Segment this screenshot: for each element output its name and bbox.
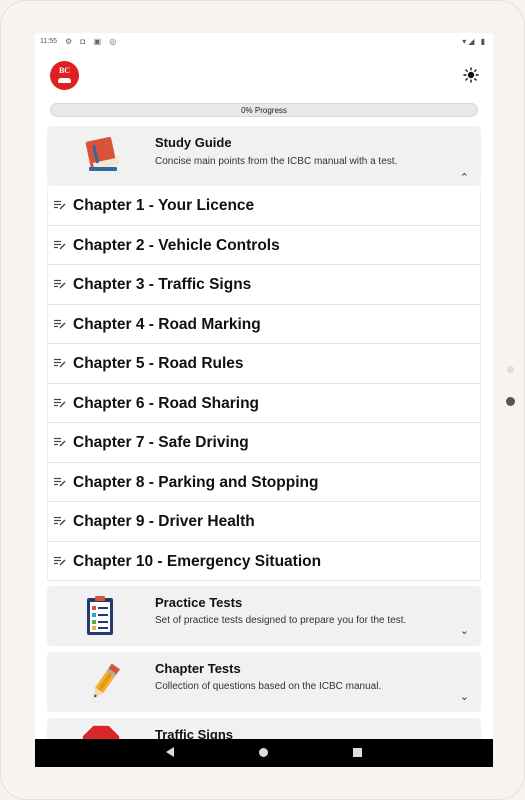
back-icon[interactable] [166, 747, 174, 757]
chapter-item[interactable]: Chapter 8 - Parking and Stopping [48, 463, 480, 502]
chapter-label: Chapter 3 - Traffic Signs [73, 276, 252, 293]
chapter-item[interactable]: Chapter 4 - Road Marking [48, 305, 480, 344]
list-edit-icon [54, 200, 66, 210]
status-notification-icons: ⚙ ◘ ▣ ◎ [65, 37, 120, 46]
chapter-item[interactable]: Chapter 6 - Road Sharing [48, 384, 480, 423]
list-edit-icon [54, 358, 66, 368]
list-edit-icon [54, 556, 66, 565]
chapter-item[interactable]: Chapter 3 - Traffic Signs [48, 265, 480, 305]
chapter-tests-card[interactable]: Chapter Tests Collection of questions ba… [47, 652, 481, 712]
study-guide-card[interactable]: Study Guide Concise main points from the… [47, 126, 481, 186]
home-icon[interactable] [259, 748, 268, 757]
chevron-down-icon[interactable]: ⌄ [460, 624, 469, 637]
clipboard-checklist-icon [87, 596, 113, 635]
chapter-label: Chapter 1 - Your Licence [73, 197, 255, 214]
chapter-item[interactable]: Chapter 1 - Your Licence [48, 186, 480, 226]
sun-icon[interactable] [463, 67, 479, 83]
recents-icon[interactable] [353, 748, 362, 757]
study-guide-title: Study Guide [155, 135, 232, 150]
progress-label: 0% Progress [241, 106, 287, 115]
chapter-label: Chapter 5 - Road Rules [73, 355, 244, 372]
chapter-label: Chapter 10 - Emergency Situation [73, 552, 322, 570]
list-edit-icon [54, 477, 66, 486]
study-guide-description: Concise main points from the ICBC manual… [155, 156, 398, 167]
status-system-icons: ▾◢ ▮ [462, 37, 487, 46]
logo-car-icon [58, 78, 71, 83]
chapter-label: Chapter 9 - Driver Health [73, 513, 255, 530]
chapter-list: Chapter 1 - Your Licence Chapter 2 - Vehi… [47, 186, 481, 581]
practice-tests-description: Set of practice tests designed to prepar… [155, 615, 407, 626]
chapter-item[interactable]: Chapter 9 - Driver Health [48, 502, 480, 542]
list-edit-icon [54, 279, 66, 289]
list-edit-icon [54, 516, 66, 526]
list-edit-icon [54, 240, 66, 249]
status-bar: 11:55 ⚙ ◘ ▣ ◎ ▾◢ ▮ [35, 33, 493, 51]
chapter-label: Chapter 7 - Safe Driving [73, 434, 249, 451]
list-edit-icon [54, 398, 66, 407]
chapter-label: Chapter 8 - Parking and Stopping [73, 473, 319, 491]
book-icon [85, 136, 120, 171]
camera-dot [506, 397, 515, 406]
chevron-up-icon[interactable]: ⌃ [460, 171, 469, 184]
list-edit-icon [54, 319, 66, 328]
progress-bar: 0% Progress [50, 103, 478, 117]
chapter-label: Chapter 6 - Road Sharing [73, 394, 260, 412]
practice-tests-title: Practice Tests [155, 595, 243, 610]
chevron-down-icon[interactable]: ⌄ [460, 690, 469, 703]
pencil-icon [94, 663, 120, 698]
app-screen: 11:55 ⚙ ◘ ▣ ◎ ▾◢ ▮ BC 0% Progress Study … [35, 33, 493, 767]
status-time: 11:55 [40, 38, 57, 45]
chapter-item[interactable]: Chapter 7 - Safe Driving [48, 423, 480, 463]
chapter-item[interactable]: Chapter 10 - Emergency Situation [48, 542, 480, 581]
app-logo: BC [50, 61, 79, 90]
logo-text: BC [58, 66, 71, 75]
chapter-tests-description: Collection of questions based on the ICB… [155, 681, 382, 692]
tablet-frame: 11:55 ⚙ ◘ ▣ ◎ ▾◢ ▮ BC 0% Progress Study … [0, 0, 525, 800]
chapter-item[interactable]: Chapter 5 - Road Rules [48, 344, 480, 384]
chapter-tests-title: Chapter Tests [155, 661, 241, 676]
chapter-label: Chapter 2 - Vehicle Controls [73, 236, 280, 254]
list-edit-icon [54, 437, 66, 447]
practice-tests-card[interactable]: Practice Tests Set of practice tests des… [47, 586, 481, 646]
sensor-dot [507, 366, 514, 373]
chapter-label: Chapter 4 - Road Marking [73, 315, 261, 333]
system-nav-bar [35, 739, 493, 767]
chapter-item[interactable]: Chapter 2 - Vehicle Controls [48, 226, 480, 265]
